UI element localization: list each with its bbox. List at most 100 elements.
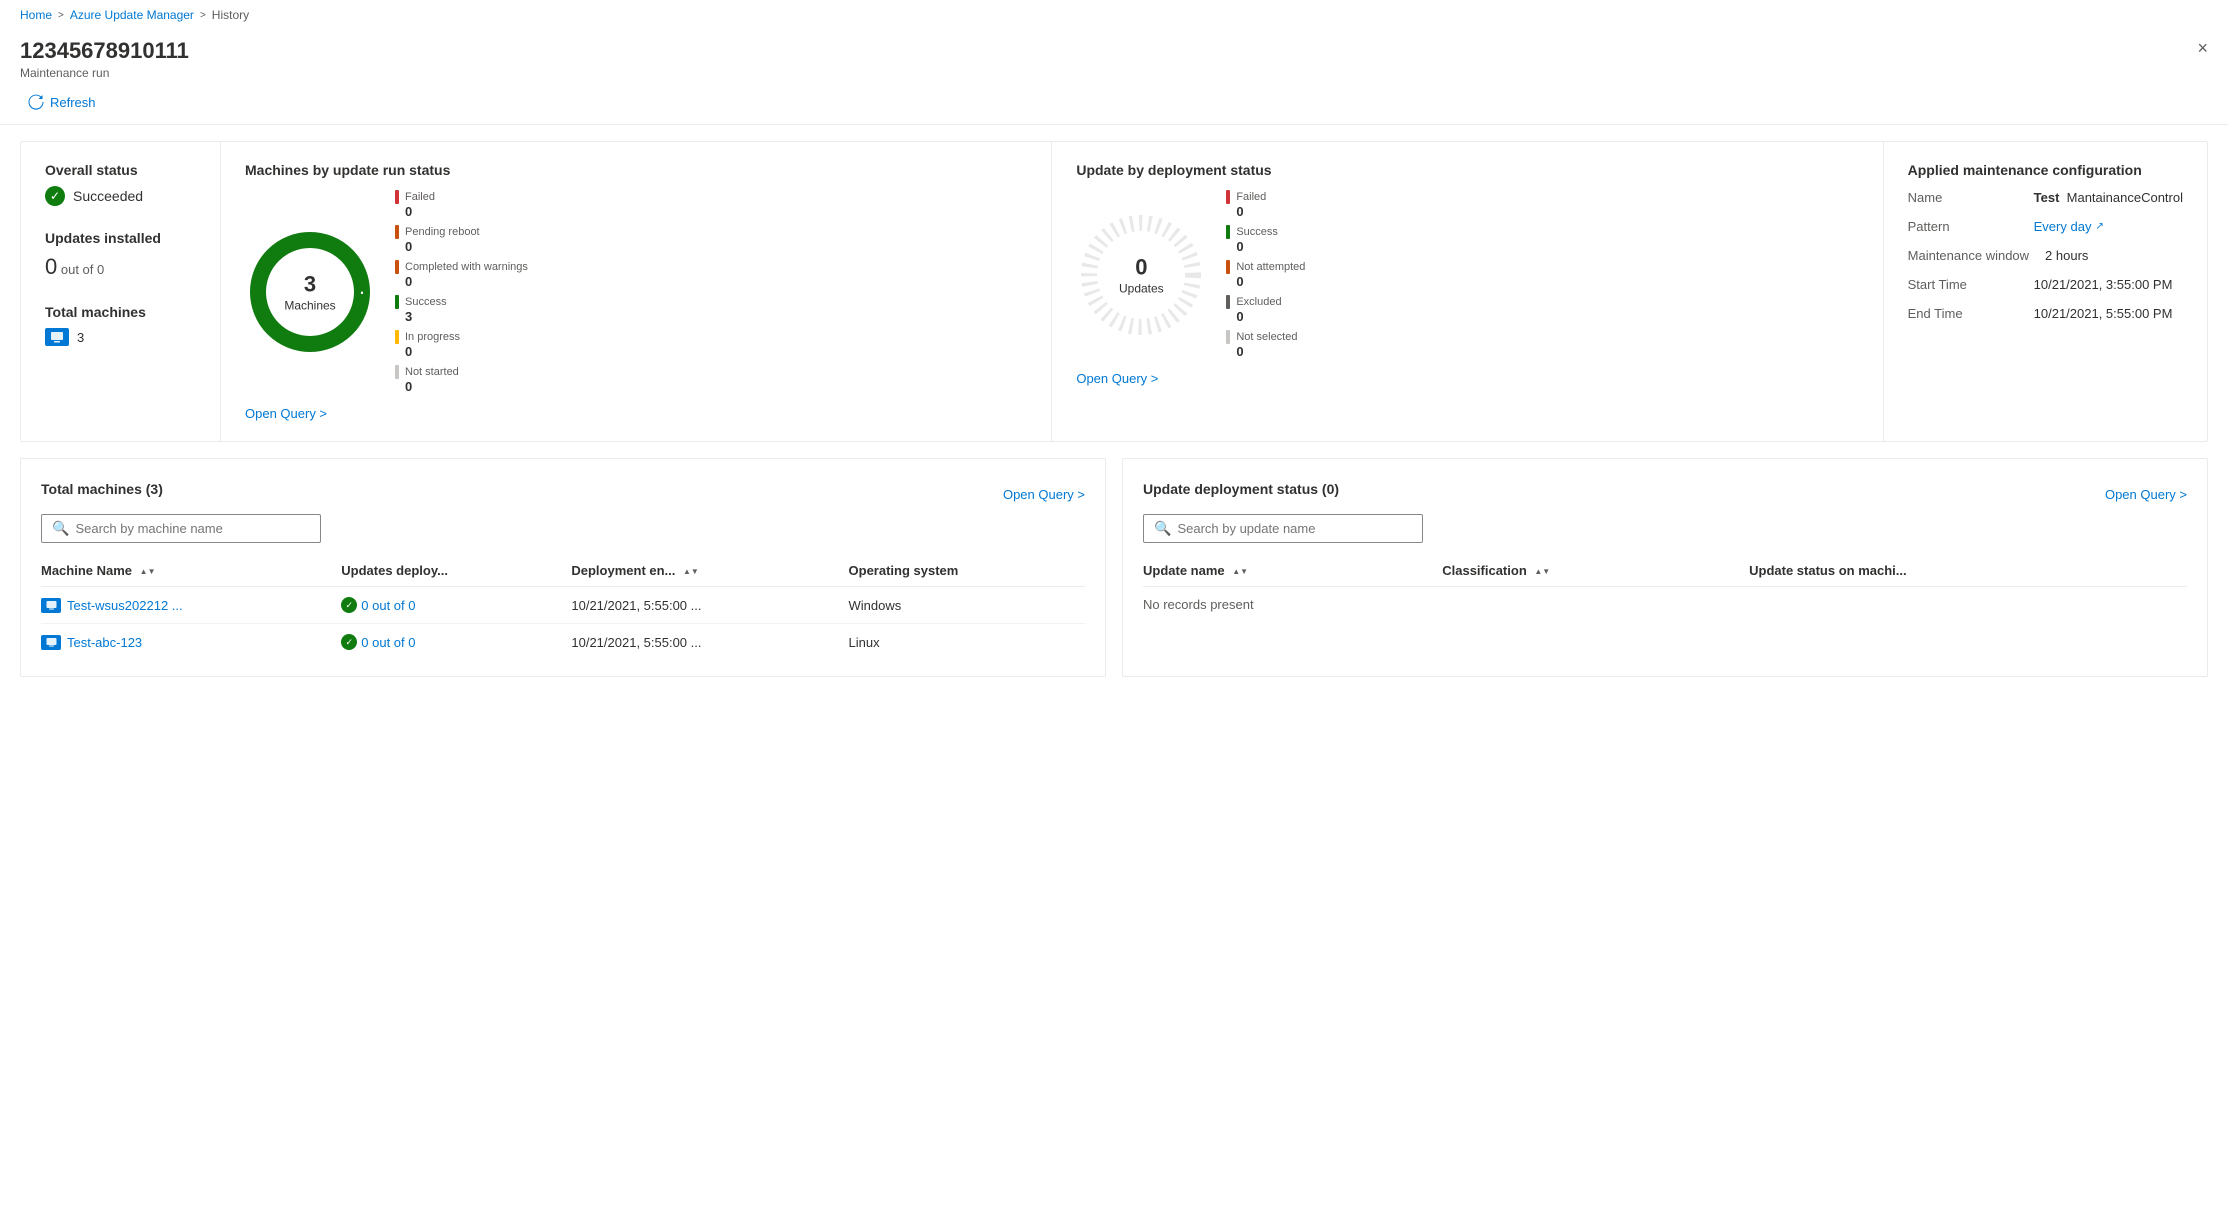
col-os: Operating system: [849, 555, 1085, 587]
machines-donut-label: 3 Machines: [284, 272, 335, 313]
config-pattern-text: Every day: [2034, 219, 2092, 234]
config-start-time-label: Start Time: [1908, 277, 2018, 292]
col-machine-name[interactable]: Machine Name ▲▼: [41, 555, 341, 587]
legend-completed-warnings: Completed with warnings 0: [395, 260, 528, 289]
cell-machine-name-1: Test-wsus202212 ...: [41, 587, 341, 624]
updates-installed-label: Updates installed: [45, 230, 196, 246]
sort-deployment-end: ▲▼: [683, 567, 699, 576]
success-badge-1: ✓ 0 out of 0: [341, 597, 563, 613]
overall-status-label: Overall status: [45, 162, 196, 178]
badge-link-2[interactable]: 0 out of 0: [361, 635, 415, 650]
charts-section: Machines by update run status 3: [221, 142, 1883, 441]
legend-val-progress: 0: [405, 344, 528, 359]
status-row: ✓ Succeeded: [45, 186, 196, 206]
updates-legend: Failed 0 Success 0: [1226, 190, 1305, 359]
machines-legend: Failed 0 Pending reboot 0: [395, 190, 528, 394]
updates-data-table: Update name ▲▼ Classification ▲▼ Update …: [1143, 555, 2187, 622]
table-row: Test-abc-123 ✓ 0 out of 0 10/21/2021, 5:…: [41, 624, 1085, 661]
cell-deploy-end-1: 10/21/2021, 5:55:00 ...: [571, 587, 848, 624]
page-subtitle: Maintenance run: [20, 66, 2208, 80]
cell-deploy-end-2: 10/21/2021, 5:55:00 ...: [571, 624, 848, 661]
machines-chart-title: Machines by update run status: [245, 162, 1027, 178]
config-pattern-value[interactable]: Every day ↗: [2034, 219, 2104, 234]
updates-open-query[interactable]: Open Query >: [1076, 371, 1158, 386]
machine-link-2[interactable]: Test-abc-123: [41, 635, 333, 650]
refresh-button[interactable]: Refresh: [20, 90, 104, 114]
legend-in-progress: In progress 0: [395, 330, 528, 359]
legend-name-progress: In progress: [405, 331, 460, 343]
updates-chart-title: Update by deployment status: [1076, 162, 1858, 178]
config-start-time-value: 10/21/2021, 3:55:00 PM: [2034, 277, 2173, 292]
update-legend-name-failed: Failed: [1236, 191, 1266, 203]
update-legend-val-not-selected: 0: [1236, 344, 1305, 359]
machines-table-open-query[interactable]: Open Query >: [1003, 487, 1085, 502]
config-name-value: Test MantainanceControl: [2034, 190, 2183, 205]
update-legend-val-not-attempted: 0: [1236, 274, 1305, 289]
badge-link-1[interactable]: 0 out of 0: [361, 598, 415, 613]
col-classification[interactable]: Classification ▲▼: [1442, 555, 1749, 587]
config-pattern-row: Pattern Every day ↗: [1908, 219, 2183, 234]
total-machines-label: Total machines: [45, 304, 196, 320]
header: 12345678910111 Maintenance run ×: [0, 30, 2228, 80]
updates-out-of: out of 0: [61, 262, 104, 277]
machine-search-icon: 🔍: [52, 520, 69, 537]
config-panel: Applied maintenance configuration Name T…: [1883, 142, 2207, 441]
machine-link-1[interactable]: Test-wsus202212 ...: [41, 598, 333, 613]
config-end-time-value: 10/21/2021, 5:55:00 PM: [2034, 306, 2173, 321]
updates-installed-section: Updates installed 0 out of 0: [45, 230, 196, 280]
breadcrumb-history: History: [212, 8, 249, 22]
refresh-icon: [28, 94, 44, 110]
update-search-box[interactable]: 🔍: [1143, 514, 1423, 543]
breadcrumb-sep2: >: [200, 10, 206, 21]
breadcrumb-azure-update-manager[interactable]: Azure Update Manager: [70, 8, 194, 22]
config-name-bold: Test: [2034, 190, 2060, 205]
legend-pending-reboot: Pending reboot 0: [395, 225, 528, 254]
updates-chart-panel: Update by deployment status 0 Updates: [1052, 142, 1882, 441]
update-legend-bar-not-attempted: [1226, 260, 1230, 274]
machines-donut-number: 3: [284, 272, 335, 298]
update-legend-not-attempted: Not attempted 0: [1226, 260, 1305, 289]
machines-chart-container: 3 Machines Failed 0: [245, 190, 1027, 394]
updates-chart-container: 0 Updates Failed 0: [1076, 190, 1858, 359]
update-search-input[interactable]: [1177, 521, 1412, 536]
config-maintenance-window-row: Maintenance window 2 hours: [1908, 248, 2183, 263]
updates-table-open-query[interactable]: Open Query >: [2105, 487, 2187, 502]
total-machines-section: Total machines 3: [45, 304, 196, 346]
breadcrumb-sep1: >: [58, 10, 64, 21]
machine-search-input[interactable]: [75, 521, 310, 536]
legend-name-failed: Failed: [405, 191, 435, 203]
machines-open-query[interactable]: Open Query >: [245, 406, 327, 421]
sort-update-name: ▲▼: [1232, 567, 1248, 576]
legend-bar-failed: [395, 190, 399, 204]
machine-icon-2: [41, 635, 61, 650]
updates-panel-title: Update deployment status (0): [1143, 481, 1339, 497]
no-records-cell: No records present: [1143, 587, 2187, 623]
machine-search-box[interactable]: 🔍: [41, 514, 321, 543]
update-legend-bar-excluded: [1226, 295, 1230, 309]
updates-donut-text: Updates: [1119, 281, 1164, 295]
breadcrumb-home[interactable]: Home: [20, 8, 52, 22]
legend-bar-not-started: [395, 365, 399, 379]
updates-table-panel: Update deployment status (0) Open Query …: [1122, 458, 2208, 677]
update-legend-name-not-attempted: Not attempted: [1236, 261, 1305, 273]
machine-icon: [45, 328, 69, 346]
legend-bar-pending: [395, 225, 399, 239]
legend-bar-progress: [395, 330, 399, 344]
sort-machine-name: ▲▼: [140, 567, 156, 576]
update-legend-bar-success: [1226, 225, 1230, 239]
updates-count: 0: [45, 254, 57, 279]
machines-table-panel: Total machines (3) Open Query > 🔍 Machin…: [20, 458, 1106, 677]
main-content: Overall status ✓ Succeeded Updates insta…: [0, 125, 2228, 693]
legend-name-warnings: Completed with warnings: [405, 261, 528, 273]
legend-bar-success: [395, 295, 399, 309]
col-deployment-end[interactable]: Deployment en... ▲▼: [571, 555, 848, 587]
machines-count-row: 3: [45, 328, 196, 346]
update-legend-name-excluded: Excluded: [1236, 296, 1281, 308]
legend-val-not-started: 0: [405, 379, 528, 394]
update-legend-bar-failed: [1226, 190, 1230, 204]
machines-panel-title: Total machines (3): [41, 481, 163, 497]
summary-left: Overall status ✓ Succeeded Updates insta…: [21, 142, 221, 441]
close-button[interactable]: ×: [2197, 38, 2208, 59]
update-legend-name-not-selected: Not selected: [1236, 331, 1297, 343]
update-legend-val-failed: 0: [1236, 204, 1305, 219]
